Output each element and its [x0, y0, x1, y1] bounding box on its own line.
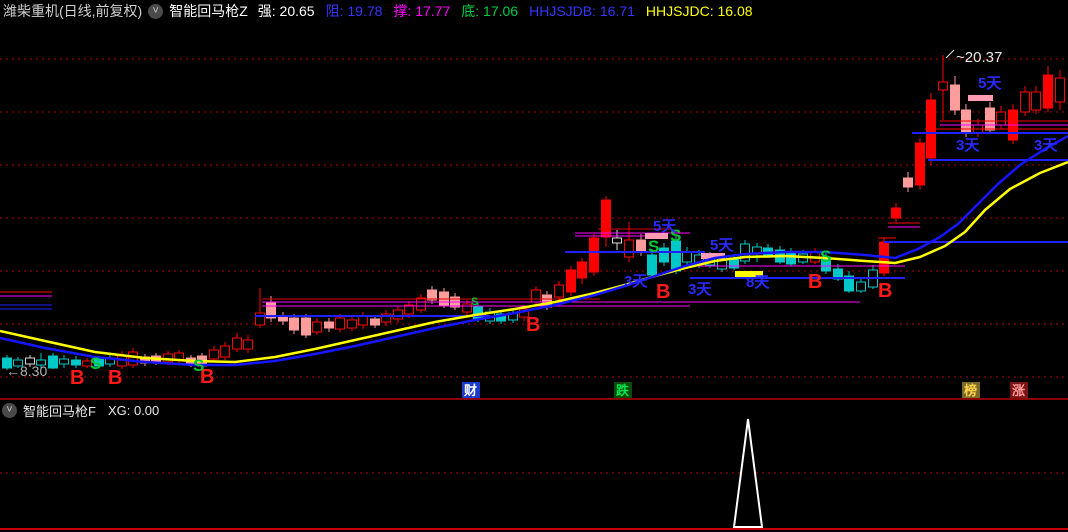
day-count-label: 5天: [653, 218, 677, 235]
candle-body: [1043, 74, 1053, 109]
indicator-field: 底: 17.06: [461, 3, 519, 19]
candle-body: [301, 317, 311, 336]
sell-signal: S: [471, 296, 478, 308]
candle-body: [393, 309, 403, 320]
indicator-field: HHJSJDB: 16.71: [529, 3, 635, 19]
market-tag: 跌: [616, 383, 630, 398]
candle-body: [950, 84, 960, 111]
signal-bar: [968, 95, 993, 101]
day-count-label: 3天: [624, 273, 648, 290]
day-count-label: 3天: [688, 281, 712, 298]
candle-body: [1055, 77, 1065, 103]
buy-signal: B: [108, 367, 122, 389]
indicator-name[interactable]: 智能回马枪Z: [169, 1, 248, 21]
candle-body: [416, 297, 426, 311]
candle-body: [566, 269, 576, 293]
day-count-label: 3天: [956, 137, 980, 154]
candle-body: [71, 359, 81, 366]
candle-body: [232, 337, 242, 350]
indicator-values: 强: 20.65 阻: 19.78 撑: 17.77 底: 17.06 HHJSJDB:…: [258, 1, 764, 21]
candle-body: [938, 81, 948, 91]
candle-body: [370, 318, 380, 326]
candle-body: [659, 247, 669, 263]
chevron-down-circle-icon[interactable]: ˅: [2, 403, 17, 418]
candle-body: [996, 111, 1006, 126]
day-count-label: 8天: [746, 274, 770, 291]
candle-body: [209, 349, 219, 360]
day-count-label: 5天: [710, 237, 734, 254]
candle-body: [312, 321, 322, 333]
buy-signal: B: [526, 314, 540, 336]
candle-body: [324, 321, 334, 329]
candle-body: [358, 315, 368, 326]
buy-signal: B: [878, 280, 892, 302]
candle-body: [128, 351, 138, 366]
candle-body: [335, 317, 345, 330]
stock-title: 潍柴重机(日线,前复权): [3, 3, 143, 19]
main-price-chart[interactable]: B B BBB B BS SSSSS3天5天5天3天 8天3天5天3天~20.37←8.30…: [0, 22, 1068, 398]
peak-price-label: ~20.37: [956, 49, 1002, 66]
candle-body: [903, 177, 913, 188]
candle-body: [601, 199, 611, 238]
day-count-label: 5天: [978, 75, 1002, 92]
sub-indicator-value: XG: 0.00: [107, 403, 160, 418]
candle-body: [786, 251, 796, 265]
candle-body: [891, 207, 901, 219]
candle-body: [554, 284, 564, 298]
sell-signal: S: [648, 237, 659, 256]
sub-indicator-name[interactable]: 智能回马枪F: [23, 401, 96, 420]
sell-signal: S: [193, 356, 204, 375]
candle-body: [531, 289, 541, 303]
candle-body: [682, 251, 692, 263]
chevron-down-circle-icon[interactable]: ˅: [148, 3, 164, 19]
candle-body: [647, 254, 657, 276]
indicator-field: 撑: 17.77: [393, 3, 451, 19]
candle-body: [612, 237, 622, 244]
buy-signal: B: [808, 271, 822, 293]
candle-body: [985, 107, 995, 131]
sell-signal: S: [820, 247, 831, 266]
peak-pointer: [945, 49, 955, 59]
market-tag: 榜: [964, 383, 977, 398]
candle-body: [577, 261, 587, 279]
candle-body: [636, 239, 646, 253]
indicator-field: 强: 20.65: [257, 3, 315, 19]
buy-signal: B: [656, 281, 670, 303]
candle-body: [1020, 91, 1030, 113]
market-tag: 涨: [1011, 383, 1025, 398]
candle-body: [255, 312, 265, 326]
day-count-label: 3天: [1034, 137, 1058, 154]
chart-header: 潍柴重机(日线,前复权) ˅ 智能回马枪Z 强: 20.65 阻: 19.78 撑:…: [0, 0, 1068, 22]
candle-body: [243, 339, 253, 350]
indicator-field: 阻: 19.78: [325, 3, 383, 19]
buy-signal: B: [70, 367, 84, 389]
candle-body: [1031, 91, 1041, 111]
market-tag: 财: [464, 383, 477, 398]
candle-body: [220, 345, 230, 358]
candle-body: [671, 240, 681, 272]
candle-body: [347, 319, 357, 329]
sub-indicator-header: ˅ 智能回马枪F XG: 0.00: [0, 401, 1068, 420]
candle-body: [59, 358, 69, 365]
candle-body: [589, 237, 599, 273]
candle-body: [624, 239, 634, 258]
candle-body: [289, 317, 299, 331]
candle-body: [48, 355, 58, 369]
candle-body: [856, 281, 866, 292]
candle-body: [915, 142, 925, 186]
indicator-field: HHJSJDC: 16.08: [645, 3, 753, 19]
sell-signal: S: [90, 354, 101, 373]
left-price-label: ←8.30: [6, 363, 47, 379]
